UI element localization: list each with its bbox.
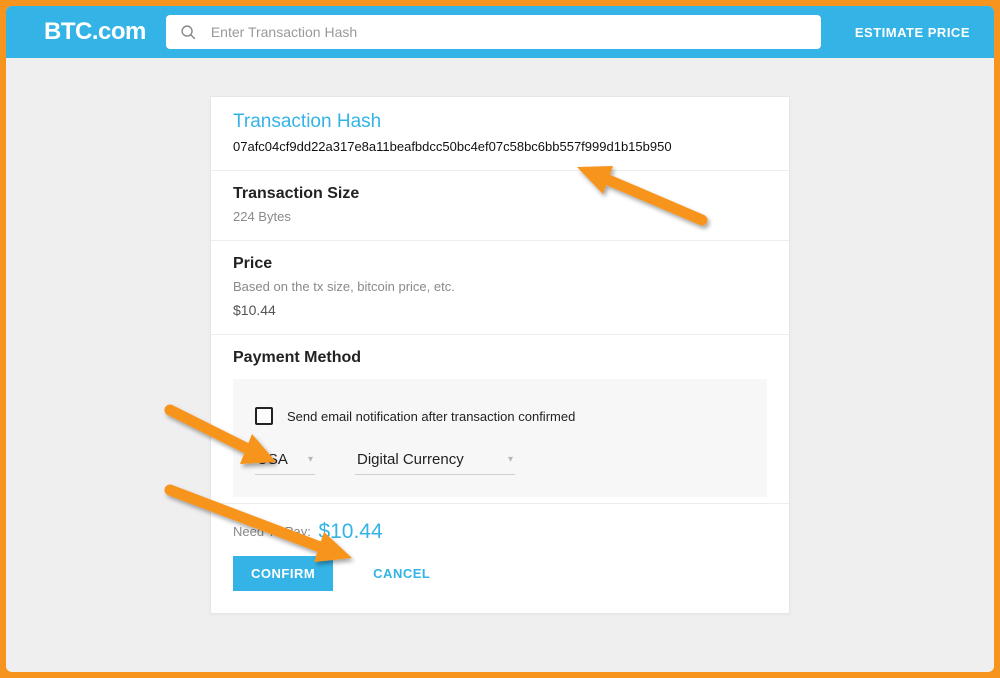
- notify-row: Send email notification after transactio…: [255, 407, 745, 425]
- payment-method-section: Payment Method Send email notification a…: [211, 335, 789, 504]
- price-title: Price: [233, 255, 767, 273]
- price-value: $10.44: [233, 302, 767, 318]
- size-section: Transaction Size 224 Bytes: [211, 171, 789, 241]
- footer-section: Need To Pay: $10.44 CONFIRM CANCEL: [211, 504, 789, 613]
- currency-select[interactable]: Digital Currency ▾: [355, 447, 515, 475]
- brand-logo[interactable]: BTC.com: [44, 18, 146, 46]
- email-notification-label: Send email notification after transactio…: [287, 409, 575, 424]
- search-box[interactable]: [166, 15, 821, 49]
- size-title: Transaction Size: [233, 185, 767, 203]
- page: BTC.com ESTIMATE PRICE Transaction Hash …: [6, 6, 994, 672]
- tutorial-frame: BTC.com ESTIMATE PRICE Transaction Hash …: [0, 0, 1000, 678]
- country-select[interactable]: USA ▾: [255, 447, 315, 475]
- payment-method-title: Payment Method: [233, 349, 767, 367]
- price-sub: Based on the tx size, bitcoin price, etc…: [233, 279, 767, 294]
- cancel-button[interactable]: CANCEL: [373, 566, 430, 581]
- topbar: BTC.com ESTIMATE PRICE: [6, 6, 994, 58]
- need-to-pay-line: Need To Pay: $10.44: [233, 520, 767, 544]
- hash-title: Transaction Hash: [233, 111, 767, 133]
- size-value: 224 Bytes: [233, 209, 767, 224]
- transaction-card: Transaction Hash 07afc04cf9dd22a317e8a11…: [210, 96, 790, 614]
- chevron-down-icon: ▾: [308, 454, 313, 465]
- button-row: CONFIRM CANCEL: [233, 556, 767, 591]
- hash-value: 07afc04cf9dd22a317e8a11beafbdcc50bc4ef07…: [233, 139, 767, 154]
- search-icon: [180, 24, 197, 41]
- need-to-pay-amount: $10.44: [318, 520, 382, 543]
- country-selected: USA: [257, 451, 288, 468]
- brand-main: BTC: [44, 18, 92, 45]
- estimate-price-link[interactable]: ESTIMATE PRICE: [841, 25, 970, 40]
- brand-suffix: .com: [92, 18, 146, 45]
- payment-method-box: Send email notification after transactio…: [233, 379, 767, 497]
- hash-section: Transaction Hash 07afc04cf9dd22a317e8a11…: [211, 97, 789, 171]
- currency-selected: Digital Currency: [357, 451, 464, 468]
- email-notification-checkbox[interactable]: [255, 407, 273, 425]
- price-section: Price Based on the tx size, bitcoin pric…: [211, 241, 789, 335]
- selects-row: USA ▾ Digital Currency ▾: [255, 447, 745, 475]
- need-to-pay-label: Need To Pay:: [233, 524, 311, 539]
- confirm-button[interactable]: CONFIRM: [233, 556, 333, 591]
- chevron-down-icon: ▾: [508, 454, 513, 465]
- search-input[interactable]: [211, 24, 807, 40]
